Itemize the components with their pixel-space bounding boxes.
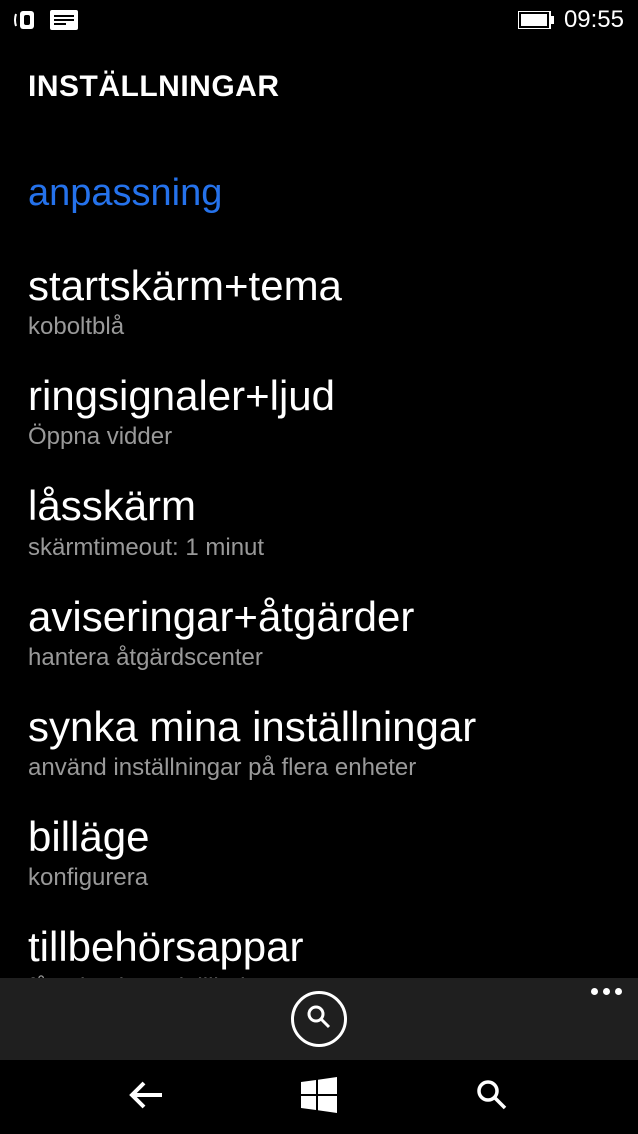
- item-start-theme[interactable]: startskärm+tema koboltblå: [28, 263, 610, 341]
- item-title: synka mina inställningar: [28, 704, 610, 750]
- item-sub: konfigurera: [28, 864, 610, 892]
- battery-icon: [518, 11, 554, 29]
- status-left: [14, 9, 78, 31]
- item-title: aviseringar+åtgärder: [28, 594, 610, 640]
- nav-search-button[interactable]: [462, 1067, 522, 1127]
- search-icon: [305, 1003, 333, 1036]
- nav-home-button[interactable]: [289, 1067, 349, 1127]
- item-title: ringsignaler+ljud: [28, 373, 610, 419]
- item-sub: hantera åtgärdscenter: [28, 644, 610, 672]
- dot-icon: [615, 988, 622, 995]
- app-bar: [0, 978, 638, 1060]
- nav-bar: [0, 1060, 638, 1134]
- app-bar-search-button[interactable]: [291, 991, 347, 1047]
- item-ringtones-sounds[interactable]: ringsignaler+ljud Öppna vidder: [28, 373, 610, 451]
- item-sub: Öppna vidder: [28, 423, 610, 451]
- item-car-mode[interactable]: billäge konfigurera: [28, 814, 610, 892]
- page-header: INSTÄLLNINGAR: [0, 40, 638, 104]
- dot-icon: [603, 988, 610, 995]
- clock-time: 09:55: [564, 6, 624, 34]
- item-title: låsskärm: [28, 483, 610, 529]
- windows-icon: [301, 1077, 337, 1118]
- app-bar-more-button[interactable]: [591, 988, 622, 995]
- status-right: 09:55: [518, 6, 624, 34]
- item-title: tillbehörsappar: [28, 924, 610, 970]
- item-lockscreen[interactable]: låsskärm skärmtimeout: 1 minut: [28, 483, 610, 561]
- nav-back-button[interactable]: [116, 1067, 176, 1127]
- item-sub: använd inställningar på flera enheter: [28, 754, 610, 782]
- back-arrow-icon: [126, 1081, 166, 1114]
- item-notifications-actions[interactable]: aviseringar+åtgärder hantera åtgärdscent…: [28, 594, 610, 672]
- item-title: startskärm+tema: [28, 263, 610, 309]
- search-icon: [475, 1078, 509, 1117]
- page-title: INSTÄLLNINGAR: [28, 70, 610, 104]
- section-label: anpassning: [0, 104, 638, 215]
- item-sub: skärmtimeout: 1 minut: [28, 534, 610, 562]
- item-sync-settings[interactable]: synka mina inställningar använd inställn…: [28, 704, 610, 782]
- status-bar: 09:55: [0, 0, 638, 40]
- message-icon: [50, 10, 78, 30]
- item-sub: koboltblå: [28, 313, 610, 341]
- settings-list: startskärm+tema koboltblå ringsignaler+l…: [0, 215, 638, 1002]
- dot-icon: [591, 988, 598, 995]
- vibrate-icon: [14, 9, 40, 31]
- item-title: billäge: [28, 814, 610, 860]
